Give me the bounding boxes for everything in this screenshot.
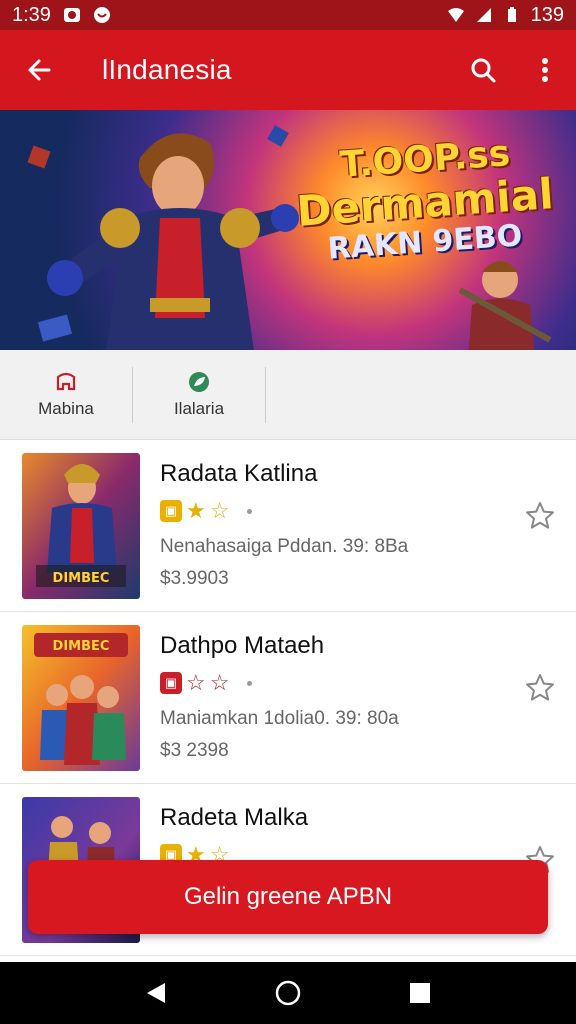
page-title: lIndanesia: [102, 54, 232, 85]
battery-level: 139: [530, 3, 564, 26]
recents-square-icon: [410, 983, 430, 1003]
home-circle-icon: [275, 980, 301, 1006]
promo-banner[interactable]: T.OOP.ss Dermamial RAKN 9EBO: [0, 110, 576, 350]
back-triangle-icon: [147, 983, 165, 1003]
more-vert-icon: [542, 58, 548, 82]
thumb-title: DIMBEC: [53, 571, 110, 586]
item-rating: ▣ ☆ ☆: [160, 670, 253, 695]
status-time: 1:39: [12, 3, 51, 26]
separator-dot: [247, 680, 253, 686]
item-price: $3.9903: [160, 568, 229, 589]
item-price: $3 2398: [160, 740, 229, 761]
star-filled-icon: ★: [186, 498, 206, 523]
hero-character-illustration: [27, 125, 299, 350]
system-nav-bar: [0, 962, 576, 1024]
signal-icon: [476, 8, 491, 22]
separator-dot: [247, 508, 253, 514]
nav-recents-button[interactable]: [400, 973, 440, 1013]
item-name: Radata Katlina: [160, 460, 318, 487]
leaf-icon: [189, 372, 209, 392]
search-icon: [471, 58, 496, 83]
item-name: Dathpo Mataeh: [160, 632, 325, 659]
thumb-title: DIMBEC: [53, 639, 110, 654]
game-badge-icon: ▣: [160, 500, 182, 522]
tab-mabina[interactable]: Mabina: [0, 350, 132, 440]
category-tabs: Mabina Ilalaria: [0, 350, 576, 440]
item-description: Nenahasaiga Pddan. 39: 8Ba: [160, 536, 409, 557]
tab-label: Ilalaria: [173, 399, 225, 418]
wifi-icon: [447, 8, 464, 22]
game-badge-icon: ▣: [160, 672, 182, 694]
notification-icon: [93, 7, 110, 23]
tab-divider: [265, 367, 266, 423]
list-item[interactable]: DIMBEC Dathpo Mataeh ▣ ☆ ☆ Maniamkan 1do…: [0, 612, 576, 784]
banner-headline: T.OOP.ss Dermamial RAKN 9EBO: [290, 133, 560, 267]
more-options-button[interactable]: [514, 30, 576, 110]
primary-cta-button[interactable]: Gelin greene APBN: [28, 860, 548, 934]
list-item[interactable]: DIMBEC Radata Katlina ▣ ★ ☆ Nenahasaiga …: [0, 440, 576, 612]
star-empty-icon: ☆: [209, 498, 230, 523]
favorite-star-icon[interactable]: [524, 500, 556, 532]
nav-home-button[interactable]: [268, 973, 308, 1013]
game-thumbnail: DIMBEC: [22, 625, 140, 771]
nav-back-button[interactable]: [136, 973, 176, 1013]
back-button[interactable]: [0, 30, 78, 110]
back-arrow-icon: [28, 59, 51, 81]
notification-icon: [63, 8, 80, 22]
tab-label: Mabina: [38, 399, 94, 418]
secondary-character-illustration: [458, 261, 552, 350]
battery-icon: [507, 7, 516, 22]
item-description: Maniamkan 1dolia0. 39: 80a: [160, 708, 399, 729]
search-button[interactable]: [452, 30, 514, 110]
star-empty-icon: ☆: [209, 670, 230, 695]
item-name: Radeta Malka: [160, 804, 309, 831]
game-thumbnail: DIMBEC: [22, 453, 140, 599]
star-empty-icon: ☆: [186, 670, 206, 695]
gamepad-icon: [56, 372, 76, 391]
favorite-star-icon[interactable]: [524, 672, 556, 704]
item-rating: ▣ ★ ☆: [160, 498, 253, 523]
app-bar: lIndanesia: [0, 30, 576, 110]
tab-ilalaria[interactable]: Ilalaria: [133, 350, 265, 440]
status-bar: 1:39 139: [0, 0, 576, 30]
